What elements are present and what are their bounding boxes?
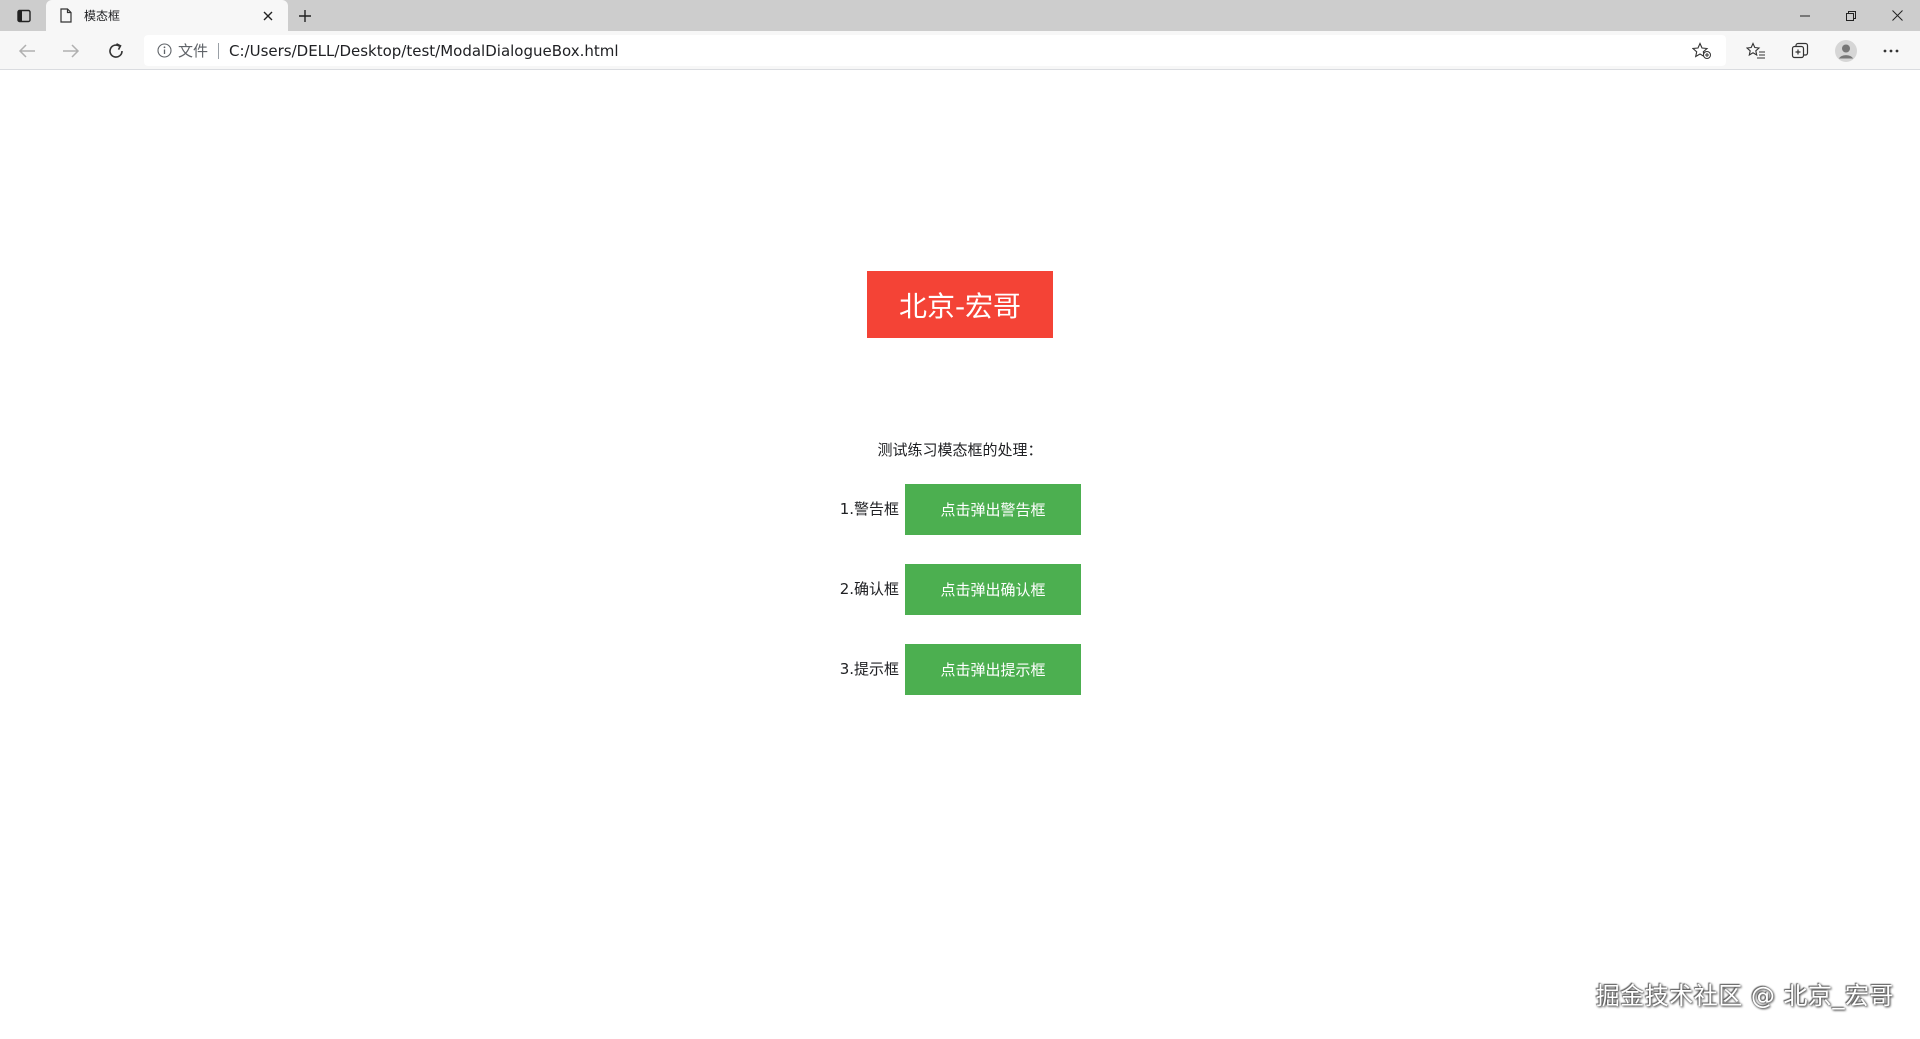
close-icon — [263, 11, 273, 20]
brand-banner: 北京-宏哥 — [867, 271, 1053, 338]
tab-strip: 模态框 — [0, 0, 1920, 31]
more-horizontal-icon — [1883, 49, 1899, 53]
minimize-button[interactable] — [1782, 0, 1828, 31]
alert-row: 1.警告框 点击弹出警告框 — [0, 484, 1920, 535]
page-icon — [58, 8, 74, 24]
page-content: 北京-宏哥 测试练习模态框的处理： 1.警告框 点击弹出警告框 2.确认框 点击… — [0, 71, 1920, 1039]
collections-button[interactable] — [1785, 36, 1815, 66]
add-favorite-button[interactable] — [1690, 39, 1714, 63]
intro-text: 测试练习模态框的处理： — [877, 441, 1043, 459]
prompt-row: 3.提示框 点击弹出提示框 — [0, 644, 1920, 695]
confirm-label: 2.确认框 — [839, 580, 899, 598]
tab-title: 模态框 — [84, 9, 121, 23]
alert-label: 1.警告框 — [839, 500, 899, 518]
address-bar[interactable]: 文件 C:/Users/DELL/Desktop/test/ModalDialo… — [144, 35, 1726, 66]
address-scheme-label: 文件 — [178, 42, 209, 60]
address-separator — [218, 42, 220, 59]
show-prompt-button[interactable]: 点击弹出提示框 — [905, 644, 1081, 695]
watermark: 掘金技术社区 @ 北京_宏哥 — [1595, 982, 1894, 1010]
browser-toolbar: 文件 C:/Users/DELL/Desktop/test/ModalDialo… — [0, 31, 1920, 70]
tab-active[interactable]: 模态框 — [46, 0, 288, 31]
close-icon — [1891, 10, 1903, 21]
refresh-button[interactable] — [101, 36, 131, 66]
settings-more-button[interactable] — [1876, 36, 1906, 66]
new-tab-button[interactable] — [292, 3, 318, 29]
star-add-icon — [1692, 41, 1711, 59]
tab-actions-icon — [17, 9, 31, 23]
forward-button[interactable] — [56, 36, 86, 66]
confirm-row: 2.确认框 点击弹出确认框 — [0, 564, 1920, 615]
plus-icon — [299, 10, 311, 22]
restore-button[interactable] — [1828, 0, 1874, 31]
avatar-icon — [1835, 40, 1857, 62]
restore-icon — [1846, 10, 1856, 21]
arrow-right-icon — [63, 44, 80, 58]
show-confirm-button[interactable]: 点击弹出确认框 — [905, 564, 1081, 615]
show-alert-button[interactable]: 点击弹出警告框 — [905, 484, 1081, 535]
address-url[interactable]: C:/Users/DELL/Desktop/test/ModalDialogue… — [229, 42, 1690, 60]
refresh-icon — [109, 43, 123, 58]
collections-icon — [1791, 42, 1809, 59]
tab-actions-button[interactable] — [8, 4, 40, 28]
prompt-label: 3.提示框 — [839, 660, 899, 678]
minimize-icon — [1800, 15, 1810, 16]
back-button[interactable] — [12, 36, 42, 66]
window-controls — [1782, 0, 1920, 31]
info-icon[interactable] — [156, 43, 172, 59]
profile-button[interactable] — [1831, 36, 1861, 66]
close-window-button[interactable] — [1874, 0, 1920, 31]
arrow-left-icon — [18, 44, 35, 58]
favorites-button[interactable] — [1741, 36, 1771, 66]
favorites-list-icon — [1746, 42, 1765, 59]
tab-close-button[interactable] — [258, 6, 278, 26]
